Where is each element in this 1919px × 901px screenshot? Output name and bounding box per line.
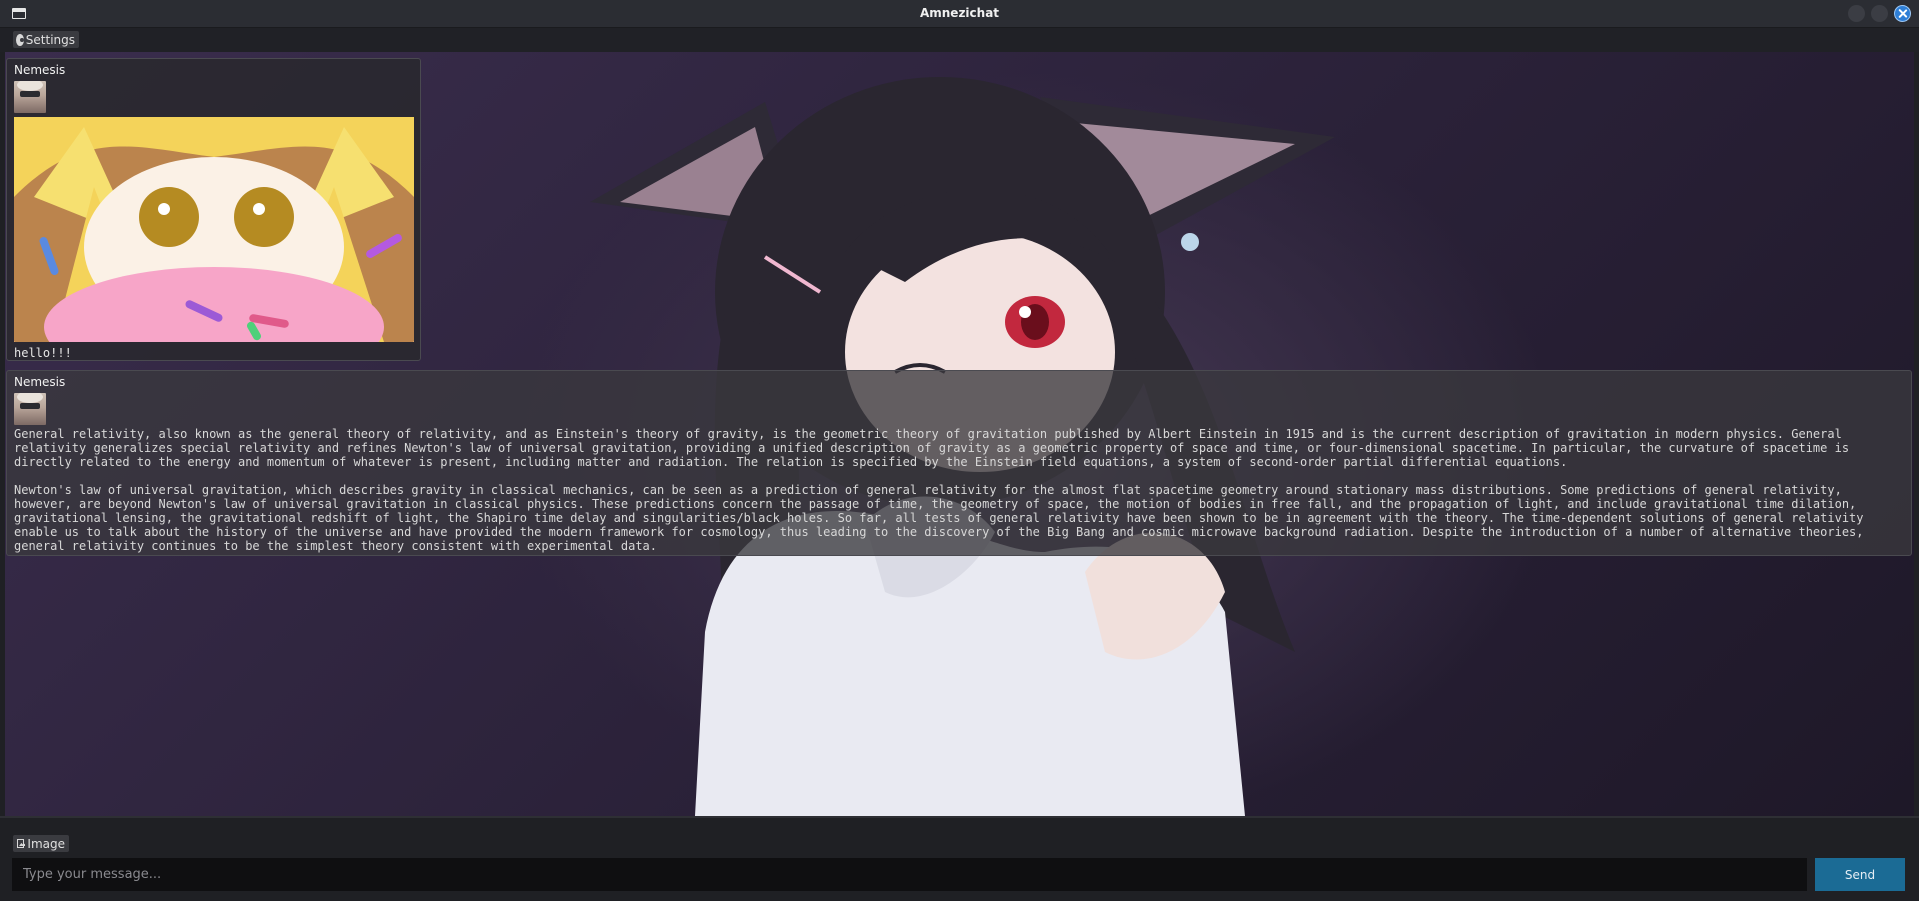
sender-name: Nemesis: [14, 63, 66, 77]
message-input[interactable]: [12, 858, 1807, 891]
message-card: Nemesis General relativity, also known a…: [6, 370, 1912, 556]
settings-button[interactable]: Settings: [13, 31, 79, 48]
message-text: General relativity, also known as the ge…: [14, 427, 1864, 553]
gear-icon: [17, 34, 24, 45]
avatar: [14, 81, 46, 113]
avatar: [14, 393, 46, 425]
attach-image-button[interactable]: Image: [13, 835, 69, 852]
composer: Image Send: [0, 816, 1919, 901]
settings-label: Settings: [25, 32, 75, 47]
window-title: Amnezichat: [919, 6, 1000, 20]
chat-area[interactable]: Nemesis hello!!! Nemesis General relativ…: [5, 52, 1914, 816]
send-button[interactable]: Send: [1815, 858, 1905, 891]
message-card: Nemesis hello!!!: [6, 58, 421, 361]
minimize-icon[interactable]: [1848, 5, 1865, 22]
attached-image[interactable]: [14, 117, 414, 342]
sender-name: Nemesis: [14, 375, 66, 389]
message-text: hello!!!: [14, 346, 72, 360]
menu-bar: Settings: [0, 28, 1919, 52]
title-bar: Amnezichat: [0, 0, 1919, 28]
close-icon[interactable]: [1894, 5, 1911, 22]
image-icon: [17, 839, 25, 848]
image-button-label: Image: [27, 836, 65, 851]
maximize-icon[interactable]: [1871, 5, 1888, 22]
